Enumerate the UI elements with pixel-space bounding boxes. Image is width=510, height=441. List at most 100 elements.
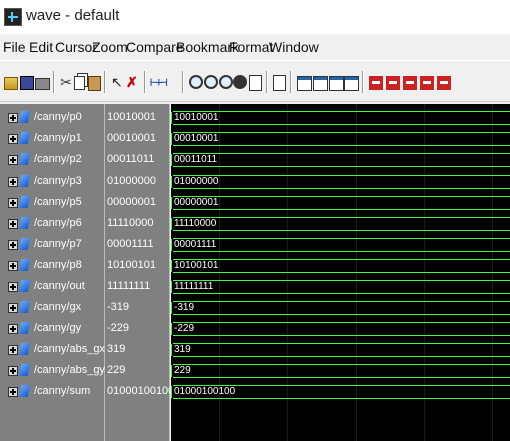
window-title: wave - default <box>26 7 120 24</box>
expand-icon[interactable] <box>8 134 18 144</box>
open-icon[interactable] <box>4 77 18 90</box>
waveform-trace[interactable]: 319 <box>171 343 510 357</box>
signal-value: 11110000 <box>107 217 154 229</box>
waveform-trace[interactable]: 10010001 <box>171 111 510 125</box>
signal-value: 01000000 <box>107 175 156 187</box>
expand-icon[interactable] <box>8 345 18 355</box>
waveform-label: -229 <box>174 323 195 334</box>
signal-row[interactable]: /canny/p8 <box>8 256 104 276</box>
expand-icon[interactable] <box>8 303 18 313</box>
signal-row[interactable]: /canny/p3 <box>8 172 104 192</box>
signal-name: /canny/p8 <box>34 259 82 271</box>
waveform-trace[interactable]: 11110000 <box>171 217 510 231</box>
waveform-trace[interactable]: 01000000 <box>171 175 510 189</box>
expand-icon[interactable] <box>8 387 18 397</box>
expand-icon[interactable] <box>8 282 18 292</box>
expand-icon[interactable] <box>8 219 18 229</box>
menu-edit[interactable]: Edit <box>29 39 53 55</box>
zoom-in-icon[interactable] <box>189 75 203 89</box>
edge-marker-icon[interactable] <box>437 76 451 90</box>
delete-icon[interactable]: ✗ <box>126 74 140 90</box>
waveform-label: 11110000 <box>174 218 217 229</box>
edge-first-icon[interactable] <box>369 76 383 90</box>
waveform-label: 00001111 <box>174 239 217 250</box>
signal-icon <box>18 301 31 313</box>
insert-wave-icon[interactable]: ⊢+⊣ <box>150 74 176 90</box>
waveform-trace[interactable]: 00010001 <box>171 132 510 146</box>
expand-icon[interactable] <box>8 324 18 334</box>
signal-name: /canny/p3 <box>34 175 82 187</box>
zoom-full-icon[interactable] <box>219 75 233 89</box>
paste-icon[interactable] <box>88 76 101 91</box>
expand-icon[interactable] <box>8 366 18 376</box>
signal-row[interactable]: /canny/gy <box>8 319 104 339</box>
menu-window[interactable]: Window <box>269 39 319 55</box>
waveform-trace[interactable]: 229 <box>171 364 510 378</box>
find-prev-icon[interactable] <box>329 76 344 91</box>
waveform-trace[interactable]: 01000100100 <box>171 385 510 399</box>
cut-icon[interactable]: ✂ <box>59 74 73 90</box>
copy-icon[interactable] <box>74 76 85 90</box>
signal-values-pane[interactable]: 10010001 00010001 00011011 01000000 00000001… <box>105 104 174 441</box>
signal-row[interactable]: /canny/abs_gx <box>8 340 105 360</box>
signal-value: -319 <box>107 301 130 313</box>
signal-row[interactable]: /canny/p2 <box>8 150 104 170</box>
signal-row[interactable]: /canny/out <box>8 277 104 297</box>
menu-file[interactable]: File <box>3 39 26 55</box>
print-icon[interactable] <box>35 78 50 90</box>
select-cursor-icon[interactable]: ↖ <box>111 74 125 90</box>
expand-icon[interactable] <box>8 155 18 165</box>
waveform-trace[interactable]: 11111111 <box>171 280 510 294</box>
signal-icon <box>18 385 31 397</box>
menu-zoom[interactable]: Zoom <box>92 39 128 55</box>
zoom-last-icon[interactable] <box>249 75 262 91</box>
waveform-pane[interactable]: 10010001 00010001 00011011 01000000 00000001… <box>171 104 510 441</box>
signal-icon <box>18 280 31 292</box>
doc-icon[interactable] <box>273 75 286 91</box>
edge-prev-icon[interactable] <box>386 76 400 90</box>
toolbar-separator <box>182 71 184 93</box>
expand-icon[interactable] <box>8 240 18 250</box>
menu-cursor[interactable]: Cursor <box>55 39 97 55</box>
find-all-icon[interactable] <box>344 76 359 91</box>
app-icon[interactable] <box>4 8 22 26</box>
signal-name: /canny/abs_gx <box>34 343 105 355</box>
waveform-trace[interactable]: -319 <box>171 301 510 315</box>
toolbar-separator <box>290 71 292 93</box>
edge-next-icon[interactable] <box>403 76 417 90</box>
menu-compare[interactable]: Compare <box>126 39 184 55</box>
waveform-trace[interactable]: 00011011 <box>171 153 510 167</box>
signal-row[interactable]: /canny/p7 <box>8 235 104 255</box>
edge-last-icon[interactable] <box>420 76 434 90</box>
expand-icon[interactable] <box>8 177 18 187</box>
signal-row[interactable]: /canny/p5 <box>8 193 104 213</box>
waveform-trace[interactable]: 00000001 <box>171 196 510 210</box>
save-icon[interactable] <box>20 76 34 90</box>
waveform-trace[interactable]: -229 <box>171 322 510 336</box>
signal-name: /canny/p6 <box>34 217 82 229</box>
signal-value: 10100101 <box>107 259 156 271</box>
signal-row[interactable]: /canny/p1 <box>8 129 104 149</box>
signal-row[interactable]: /canny/gx <box>8 298 104 318</box>
toolbar-separator <box>266 71 268 93</box>
signal-row[interactable]: /canny/sum <box>8 382 104 402</box>
expand-icon[interactable] <box>8 261 18 271</box>
signal-row[interactable]: /canny/p6 <box>8 214 104 234</box>
signal-names-pane[interactable]: /canny/p0/canny/p1/canny/p2/canny/p3/can… <box>0 104 105 441</box>
find-next-icon[interactable] <box>313 76 328 91</box>
zoom-out-icon[interactable] <box>204 75 218 89</box>
menu-format[interactable]: Format <box>229 39 273 55</box>
waveform-label: 229 <box>174 365 191 376</box>
signal-row[interactable]: /canny/p0 <box>8 108 104 128</box>
signal-value: 00001111 <box>107 238 154 250</box>
expand-icon[interactable] <box>8 113 18 123</box>
waveform-trace[interactable]: 10100101 <box>171 259 510 273</box>
waveform-label: 11111111 <box>174 281 214 292</box>
signal-icon <box>18 259 31 271</box>
waveform-trace[interactable]: 00001111 <box>171 238 510 252</box>
signal-value: 00000001 <box>107 196 156 208</box>
signal-row[interactable]: /canny/abs_gy <box>8 361 105 381</box>
zoom-cursor-icon[interactable] <box>233 75 247 89</box>
expand-icon[interactable] <box>8 198 18 208</box>
find-icon[interactable] <box>297 76 312 91</box>
